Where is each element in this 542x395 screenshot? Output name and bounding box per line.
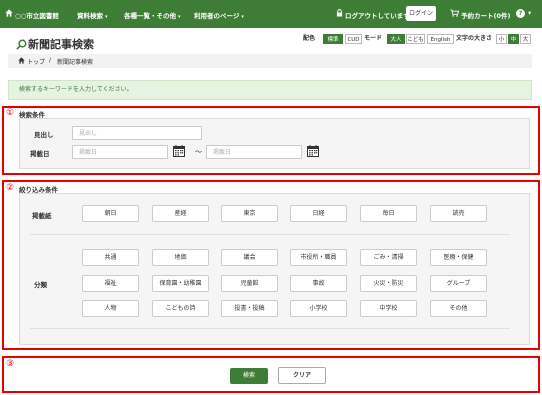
lock-icon (336, 9, 343, 17)
chevron-down-icon[interactable]: ▾ (528, 9, 531, 17)
newspaper-chip[interactable]: 朝日 (82, 205, 139, 222)
nav-menu-search-label: 資料検索 (77, 12, 103, 20)
category-chip[interactable]: 共通 (82, 249, 139, 266)
date-to-input[interactable] (206, 145, 302, 159)
nav-menu-lists[interactable]: 各種一覧・その他 ▾ (124, 10, 181, 20)
annotation-marker-1: ① (6, 108, 15, 118)
date-from-input[interactable] (72, 145, 168, 159)
annotation-box-3 (2, 356, 540, 393)
search-button[interactable]: 検索 (230, 368, 268, 384)
color-cud-button[interactable]: CUD (345, 34, 362, 44)
help-icon[interactable]: ? (516, 9, 525, 18)
newspaper-chip[interactable]: 日経 (290, 205, 347, 222)
headline-label: 見出し (34, 131, 54, 139)
alert-message: 検索するキーワードを入力してください。 (8, 80, 532, 100)
category-chip[interactable]: 投書・投稿 (221, 300, 278, 317)
chevron-down-icon: ▾ (241, 14, 244, 20)
category-chip[interactable]: 中学校 (360, 300, 417, 317)
logout-status: ログアウトしています (345, 12, 410, 20)
login-button[interactable]: ログイン (406, 6, 436, 21)
category-chip[interactable]: その他 (430, 300, 487, 317)
category-chip[interactable]: 医療・保健 (430, 249, 487, 266)
chevron-down-icon: ▾ (178, 14, 181, 20)
category-chip[interactable]: 福祉 (82, 275, 139, 292)
divider (30, 234, 510, 235)
nav-menu-user-label: 利用者のページ (194, 12, 240, 20)
annotation-marker-3: ③ (6, 359, 15, 369)
category-chip[interactable]: 議会 (221, 249, 278, 266)
cart-icon (450, 9, 459, 17)
divider (30, 328, 510, 329)
breadcrumb-separator: / (49, 57, 52, 64)
search-icon (16, 39, 27, 50)
home-icon[interactable] (18, 57, 25, 64)
nav-menu-user[interactable]: 利用者のページ ▾ (194, 10, 244, 20)
category-chip[interactable]: 人物 (82, 300, 139, 317)
home-icon[interactable] (5, 9, 13, 17)
category-chip[interactable]: こどもの詩 (152, 300, 209, 317)
mode-label: モード (364, 35, 383, 42)
calendar-icon[interactable] (307, 145, 319, 157)
category-chip[interactable]: グループ (430, 275, 487, 292)
annotation-marker-2: ② (6, 183, 15, 193)
page-title: 新聞記事検索 (28, 38, 94, 51)
category-chip[interactable]: 児童館 (221, 275, 278, 292)
date-label: 掲載日 (30, 150, 50, 158)
newspaper-label: 掲載紙 (32, 212, 52, 220)
newspaper-chip[interactable]: 読売 (430, 205, 487, 222)
mode-child-button[interactable]: こども (406, 34, 425, 44)
calendar-icon[interactable] (173, 145, 185, 157)
color-scheme-label: 配色 (303, 35, 316, 42)
cart-link[interactable]: 予約カート(0件) (461, 10, 510, 20)
nav-menu-lists-label: 各種一覧・その他 (124, 12, 176, 20)
breadcrumb-current: 新聞記事検索 (57, 59, 94, 66)
chevron-down-icon: ▾ (105, 14, 108, 20)
font-size-large-button[interactable]: 大 (520, 34, 531, 44)
top-nav-bar: ○○市立図書館 資料検索 ▾ 各種一覧・その他 ▾ 利用者のページ ▾ ログアウトして… (0, 0, 542, 28)
category-chip[interactable]: 事故 (290, 275, 347, 292)
category-label: 分類 (34, 281, 47, 289)
category-chip[interactable]: ごみ・清掃 (360, 249, 417, 266)
newspaper-chip[interactable]: 毎日 (360, 205, 417, 222)
font-size-label: 文字の大きさ (456, 35, 493, 42)
category-chip[interactable]: 市役所・職員 (290, 249, 347, 266)
color-standard-button[interactable]: 標準 (323, 34, 343, 44)
newspaper-chip[interactable]: 東京 (221, 205, 278, 222)
date-range-separator: ～ (195, 148, 202, 156)
nav-menu-search[interactable]: 資料検索 ▾ (77, 10, 108, 20)
font-size-medium-button[interactable]: 中 (508, 34, 519, 44)
newspaper-chip[interactable]: 産経 (152, 205, 209, 222)
font-size-small-button[interactable]: 小 (496, 34, 507, 44)
category-chip[interactable]: 地価 (152, 249, 209, 266)
breadcrumb: トップ / 新聞記事検索 (8, 54, 532, 68)
category-chip[interactable]: 火災・防災 (360, 275, 417, 292)
clear-button[interactable]: クリア (278, 367, 326, 384)
category-chip[interactable]: 小学校 (290, 300, 347, 317)
category-chip[interactable]: 保育園・幼稚園 (152, 275, 209, 292)
headline-input[interactable] (72, 126, 202, 140)
mode-adult-button[interactable]: 大人 (387, 34, 405, 44)
nav-home-link[interactable]: ○○市立図書館 (15, 10, 59, 20)
mode-english-button[interactable]: English (427, 34, 454, 44)
breadcrumb-home-link[interactable]: トップ (27, 57, 45, 66)
